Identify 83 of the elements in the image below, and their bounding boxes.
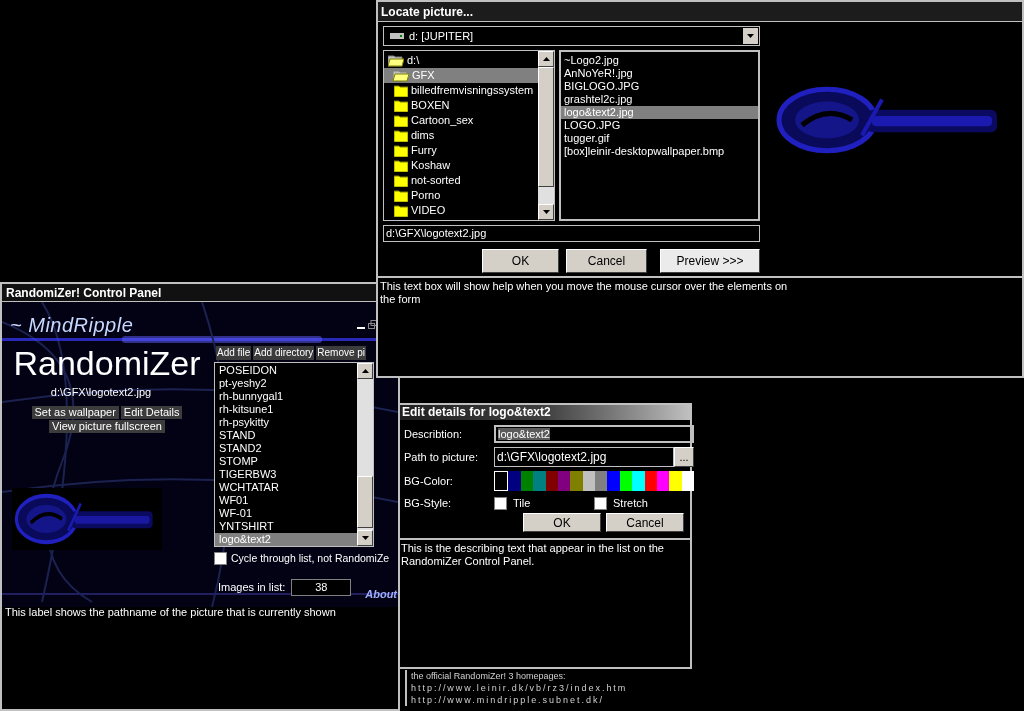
folder-icon — [394, 144, 408, 157]
window-title: Locate picture... — [378, 2, 1022, 22]
color-swatch[interactable] — [570, 471, 583, 491]
down-arrow-icon — [542, 210, 550, 214]
file-item[interactable]: AnNoYeR!.jpg — [561, 67, 758, 80]
folder-name: VIDEO — [411, 203, 446, 219]
folder-item[interactable]: Koshaw — [384, 158, 538, 173]
folder-item[interactable]: BOXEN — [384, 98, 538, 113]
caret-icon — [747, 34, 754, 38]
scroll-down-button[interactable] — [538, 204, 554, 220]
folder-name: BOXEN — [411, 98, 450, 114]
color-swatch[interactable] — [669, 471, 682, 491]
file-item[interactable]: BIGLOGO.JPG — [561, 80, 758, 93]
color-swatch[interactable] — [494, 471, 509, 491]
file-item[interactable]: logo&text2.jpg — [561, 106, 758, 119]
folder-icon — [394, 114, 408, 127]
drive-icon — [390, 33, 404, 39]
folder-item[interactable]: billedfremvisningssystem — [384, 83, 538, 98]
folder-item[interactable]: dims — [384, 128, 538, 143]
folder-name: billedfremvisningssystem — [411, 83, 534, 99]
dialog-button[interactable]: Preview >>> — [660, 249, 760, 273]
homepage-link[interactable]: http://www.mindripple.subnet.dk/ — [411, 694, 628, 706]
scroll-up-button[interactable] — [538, 51, 554, 67]
up-arrow-icon — [542, 57, 550, 61]
folder-item[interactable]: Cartoon_sex — [384, 113, 538, 128]
folder-name: d:\ — [407, 53, 420, 69]
dialog-button[interactable]: OK — [482, 249, 559, 273]
folder-icon — [394, 174, 408, 187]
folder-icon — [394, 204, 408, 217]
color-swatch[interactable] — [632, 471, 645, 491]
dropdown-arrow-button[interactable] — [743, 28, 758, 44]
help-box: This text box will show help when you move the mouse cursor over the elements on the form — [378, 276, 1022, 376]
field-label: BG-Style: — [404, 496, 453, 511]
folder-icon — [394, 159, 408, 172]
open-folder-icon — [393, 69, 409, 82]
color-swatch[interactable] — [607, 471, 620, 491]
folder-item[interactable]: VIDEO — [384, 203, 538, 218]
file-item[interactable]: LOGO.JPG — [561, 119, 758, 132]
dialog-button[interactable]: Cancel — [566, 249, 647, 273]
scrollbar[interactable] — [538, 51, 554, 220]
folder-item[interactable]: not-sorted — [384, 173, 538, 188]
folder-name: GFX — [412, 68, 435, 84]
help-box: This is the describing text that appear in the list on the RandomiZer Control Panel. — [400, 537, 690, 667]
option-label: Tile — [513, 496, 531, 511]
path-field[interactable]: d:\GFX\logotext2.jpg — [383, 225, 760, 242]
scroll-thumb[interactable] — [538, 67, 554, 187]
folder-item[interactable]: GFX — [384, 68, 538, 83]
path-field[interactable]: d:\GFX\logotext2.jpg — [494, 447, 674, 467]
folder-icon — [394, 189, 408, 202]
folder-item[interactable]: Porno — [384, 188, 538, 203]
folder-icon — [394, 129, 408, 142]
homepages-heading: the official RandomiZer! 3 homepages: — [411, 670, 567, 682]
field-label: Path to picture: — [404, 449, 479, 465]
description-field[interactable]: logo&text2 — [494, 425, 694, 443]
color-swatch[interactable] — [508, 471, 521, 491]
browse-button[interactable]: ... — [674, 447, 694, 467]
folder-item[interactable]: d:\ — [384, 53, 538, 68]
folder-name: dims — [411, 128, 435, 144]
folder-name: Porno — [411, 188, 441, 204]
homepage-link[interactable]: http://www.leinir.dk/vb/rz3/index.htm — [411, 682, 628, 694]
window-title: Edit details for logo&text2 — [400, 405, 690, 420]
field-label: BG-Color: — [404, 473, 454, 489]
dialog-button[interactable]: OK — [523, 512, 601, 532]
folder-icon — [394, 99, 408, 112]
checkbox[interactable] — [594, 496, 607, 510]
folder-name: Furry — [411, 143, 437, 159]
file-item[interactable]: ~Logo2.jpg — [561, 54, 758, 67]
file-item[interactable]: grashtel2c.jpg — [561, 93, 758, 106]
color-swatch[interactable] — [595, 471, 608, 491]
checkbox[interactable] — [494, 496, 507, 510]
open-folder-icon — [388, 54, 404, 67]
folder-item[interactable]: Furry — [384, 143, 538, 158]
folder-name: Koshaw — [411, 158, 451, 174]
option-label: Stretch — [613, 496, 648, 511]
file-item[interactable]: tugger.gif — [561, 132, 758, 145]
folder-name: Cartoon_sex — [411, 113, 474, 129]
file-item[interactable]: [box]leinir-desktopwallpaper.bmp — [561, 145, 758, 158]
dialog-button[interactable]: Cancel — [606, 512, 684, 532]
status-label: This label shows the pathname of the picture that is currently shown — [4, 605, 337, 621]
drive-dropdown[interactable]: d: [JUPITER] — [383, 26, 760, 46]
color-swatch[interactable] — [533, 471, 546, 491]
field-label: Describtion: — [404, 426, 464, 442]
folder-name: not-sorted — [411, 173, 461, 189]
